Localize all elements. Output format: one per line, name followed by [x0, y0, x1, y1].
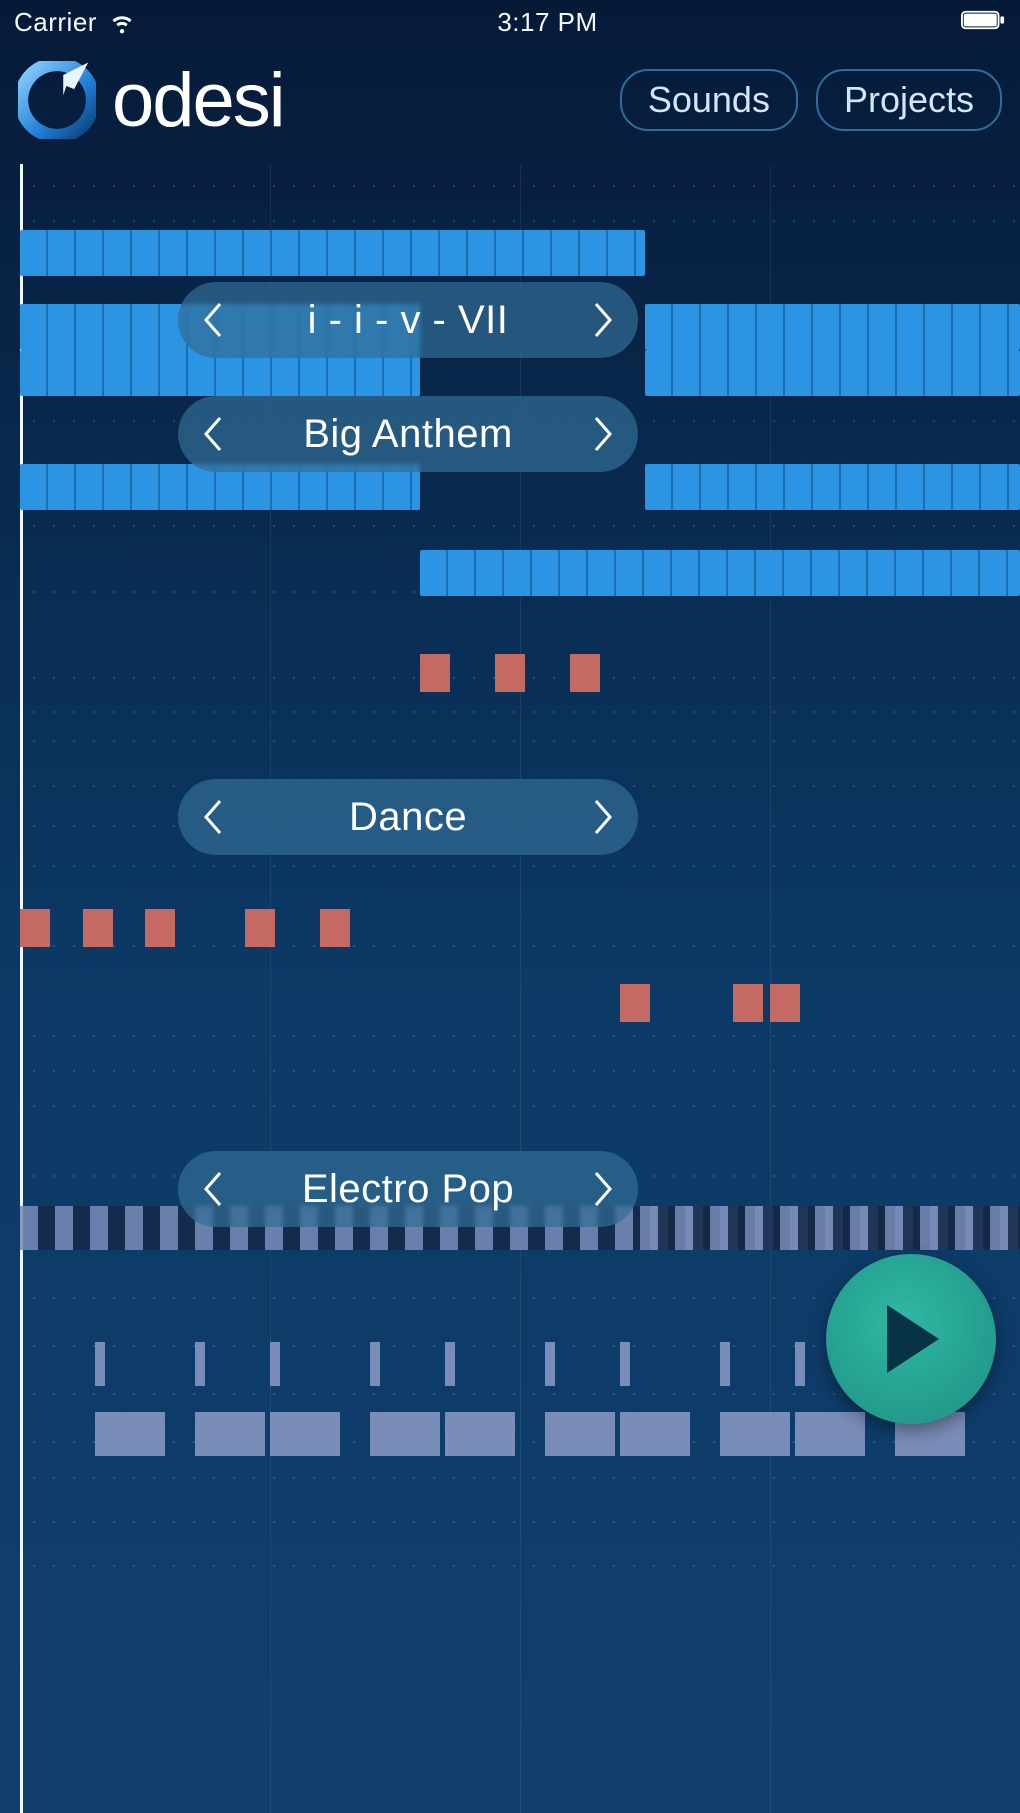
- drum-hit[interactable]: [620, 984, 650, 1022]
- preset-label: Big Anthem: [303, 412, 513, 457]
- drum-hit[interactable]: [83, 909, 113, 947]
- chevron-right-icon[interactable]: [590, 1169, 614, 1209]
- chord-note[interactable]: [645, 464, 1020, 510]
- bass-note[interactable]: [720, 1342, 730, 1386]
- sounds-button[interactable]: Sounds: [620, 69, 798, 131]
- grid-row: [24, 1476, 1020, 1480]
- style-selector: Electro Pop: [178, 1151, 638, 1227]
- play-icon: [879, 1303, 943, 1375]
- bass-note[interactable]: [195, 1412, 265, 1456]
- grid-row: [24, 1069, 1020, 1073]
- bass-note[interactable]: [720, 1412, 790, 1456]
- chord-note[interactable]: [645, 304, 1020, 350]
- chord-note[interactable]: [20, 230, 645, 276]
- chevron-left-icon[interactable]: [202, 797, 226, 837]
- bass-note[interactable]: [370, 1342, 380, 1386]
- preset-selector: Big Anthem: [178, 396, 638, 472]
- bass-note[interactable]: [445, 1412, 515, 1456]
- style-label: Electro Pop: [302, 1167, 514, 1212]
- logo-icon: [18, 61, 96, 139]
- app-name-label: odesi: [112, 57, 284, 144]
- grid-row: [24, 1520, 1020, 1524]
- battery-icon: [960, 7, 1006, 38]
- bass-note[interactable]: [545, 1342, 555, 1386]
- grid-row: [24, 864, 1020, 868]
- grid-row: [24, 184, 1020, 188]
- bass-note[interactable]: [270, 1342, 280, 1386]
- bass-note[interactable]: [445, 1342, 455, 1386]
- drum-hit[interactable]: [770, 984, 800, 1022]
- drum-hit[interactable]: [570, 654, 600, 692]
- clock-label: 3:17 PM: [497, 7, 597, 38]
- bass-note[interactable]: [95, 1412, 165, 1456]
- chevron-right-icon[interactable]: [590, 414, 614, 454]
- projects-button[interactable]: Projects: [816, 69, 1002, 131]
- chevron-right-icon[interactable]: [590, 300, 614, 340]
- chevron-right-icon[interactable]: [590, 797, 614, 837]
- drum-hit[interactable]: [320, 909, 350, 947]
- bass-note[interactable]: [795, 1412, 865, 1456]
- grid-row: [24, 1564, 1020, 1568]
- chevron-left-icon[interactable]: [202, 300, 226, 340]
- grid-row: [24, 1034, 1020, 1038]
- genre-label: Dance: [349, 795, 467, 840]
- play-button[interactable]: [826, 1254, 996, 1424]
- bass-note[interactable]: [620, 1342, 630, 1386]
- chevron-left-icon[interactable]: [202, 1169, 226, 1209]
- bass-note[interactable]: [270, 1412, 340, 1456]
- chord-note[interactable]: [420, 550, 1020, 596]
- app-logo: odesi: [18, 57, 284, 144]
- drum-hit[interactable]: [245, 909, 275, 947]
- bass-note[interactable]: [795, 1342, 805, 1386]
- drum-hit[interactable]: [145, 909, 175, 947]
- chord-progression-label: i - i - v - VII: [308, 298, 509, 343]
- grid-row: [24, 219, 1020, 223]
- bass-note[interactable]: [195, 1342, 205, 1386]
- drum-hit[interactable]: [733, 984, 763, 1022]
- status-bar: Carrier 3:17 PM: [0, 0, 1020, 44]
- grid-row: [24, 524, 1020, 528]
- chevron-left-icon[interactable]: [202, 414, 226, 454]
- hihat-lane[interactable]: [640, 1206, 1020, 1250]
- bass-lane[interactable]: [20, 1412, 1020, 1456]
- drum-hit[interactable]: [495, 654, 525, 692]
- app-header: odesi Sounds Projects: [0, 44, 1020, 164]
- grid-row: [24, 739, 1020, 743]
- genre-selector: Dance: [178, 779, 638, 855]
- drum-hit[interactable]: [420, 654, 450, 692]
- bass-note[interactable]: [370, 1412, 440, 1456]
- grid-row: [24, 1104, 1020, 1108]
- carrier-label: Carrier: [14, 7, 97, 38]
- drum-hit[interactable]: [20, 909, 50, 947]
- bass-note[interactable]: [545, 1412, 615, 1456]
- chord-note[interactable]: [645, 350, 1020, 396]
- grid-row: [24, 710, 1020, 714]
- bass-note[interactable]: [95, 1342, 105, 1386]
- wifi-icon: [109, 9, 135, 35]
- playhead[interactable]: [20, 164, 23, 1813]
- chord-progression-selector: i - i - v - VII: [178, 282, 638, 358]
- bass-note[interactable]: [620, 1412, 690, 1456]
